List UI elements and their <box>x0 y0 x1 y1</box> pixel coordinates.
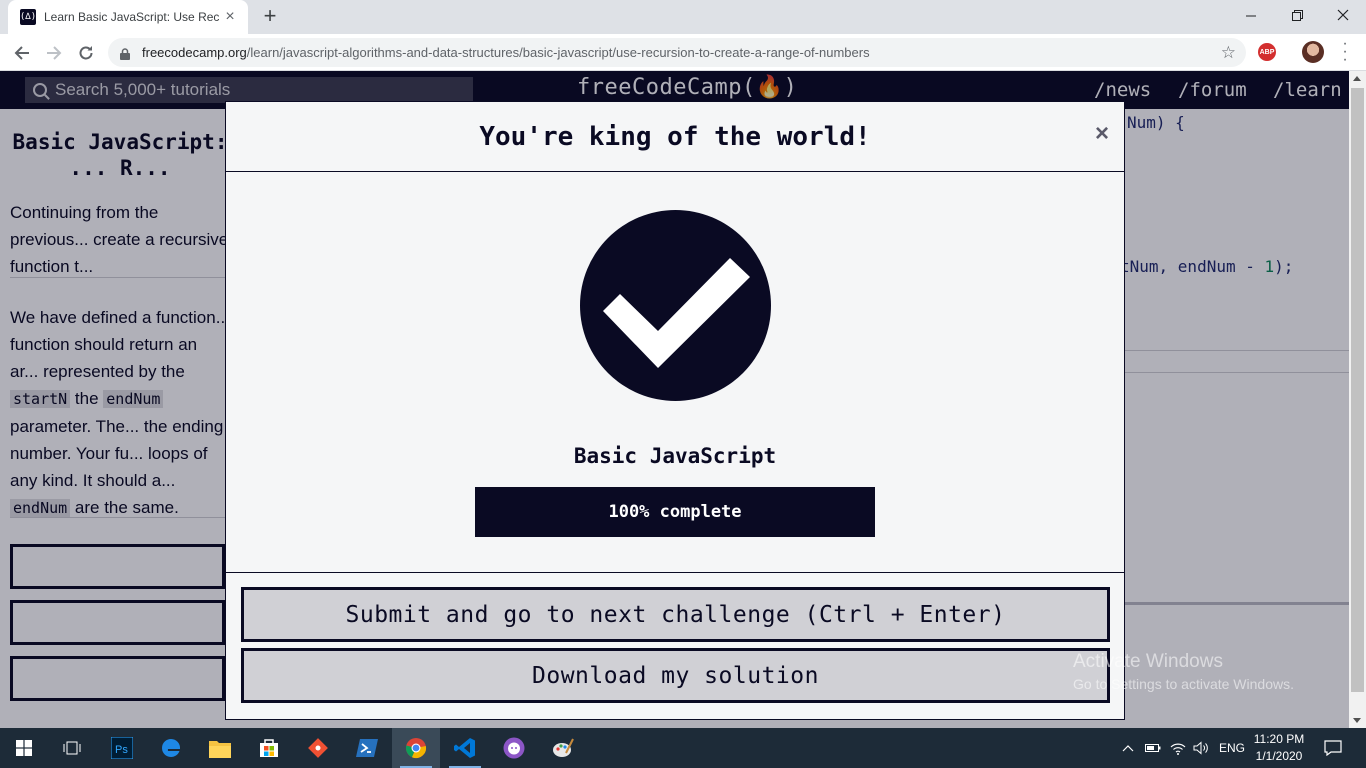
address-bar[interactable]: freecodecamp.org/learn/javascript-algori… <box>108 38 1246 67</box>
browser-toolbar: freecodecamp.org/learn/javascript-algori… <box>0 34 1366 71</box>
task-view-icon[interactable] <box>48 728 96 768</box>
url-text: freecodecamp.org/learn/javascript-algori… <box>142 45 870 60</box>
minimize-button[interactable] <box>1228 0 1274 30</box>
progress-bar: 100% complete <box>475 487 875 537</box>
adblock-plus-icon[interactable]: ABP <box>1258 43 1276 61</box>
windows-taskbar: Ps ENG 11:20 PM 1/1/2020 <box>0 728 1366 768</box>
activate-windows-subtitle: Go to Settings to activate Windows. <box>1073 676 1294 692</box>
close-icon <box>1337 9 1349 21</box>
windows-start-icon[interactable] <box>0 728 48 768</box>
page-scrollbar[interactable] <box>1349 71 1366 728</box>
show-hidden-icons-icon[interactable] <box>1122 728 1134 768</box>
tab-title: Learn Basic JavaScript: Use Recursion to… <box>44 10 220 24</box>
edge-icon[interactable] <box>147 728 195 768</box>
profile-avatar[interactable] <box>1302 41 1324 63</box>
freecodecamp-favicon-icon: (∆) <box>20 9 36 25</box>
lock-icon <box>120 47 130 60</box>
battery-icon[interactable] <box>1145 728 1161 768</box>
vscode-icon[interactable] <box>441 728 489 768</box>
activate-windows-title: Activate Windows <box>1073 651 1223 672</box>
arrow-right-icon <box>47 46 62 60</box>
svg-text:Ps: Ps <box>115 744 128 756</box>
clock-date: 1/1/2020 <box>1255 749 1303 763</box>
volume-icon[interactable] <box>1193 728 1209 768</box>
photoshop-icon[interactable]: Ps <box>98 728 146 768</box>
git-icon[interactable] <box>294 728 342 768</box>
progress-label: 100% complete <box>608 502 742 522</box>
back-button[interactable] <box>8 39 36 67</box>
language-indicator[interactable]: ENG <box>1219 728 1245 768</box>
store-icon[interactable] <box>245 728 293 768</box>
wifi-icon[interactable] <box>1170 728 1186 768</box>
bookmark-star-icon[interactable]: ☆ <box>1221 43 1236 63</box>
browser-menu-icon[interactable]: · · · <box>1340 36 1350 68</box>
submit-next-challenge-button[interactable]: Submit and go to next challenge (Ctrl + … <box>241 587 1110 642</box>
tab-close-icon[interactable]: × <box>222 8 238 26</box>
reload-button[interactable] <box>72 39 100 67</box>
download-solution-button[interactable]: Download my solution <box>241 648 1110 703</box>
scroll-up-icon[interactable] <box>1353 76 1361 81</box>
checkmark-circle-icon <box>580 210 771 401</box>
close-window-button[interactable] <box>1320 0 1366 30</box>
system-clock[interactable]: 11:20 PM 1/1/2020 <box>1248 731 1310 765</box>
scrollbar-thumb[interactable] <box>1351 88 1364 692</box>
clock-time: 11:20 PM <box>1253 732 1305 746</box>
browser-tab[interactable]: (∆) Learn Basic JavaScript: Use Recursio… <box>8 0 248 34</box>
restore-button[interactable] <box>1274 0 1320 30</box>
forward-button[interactable] <box>40 39 68 67</box>
modal-footer-divider <box>226 572 1124 573</box>
modal-header: You're king of the world! × <box>226 102 1124 172</box>
paint-icon[interactable] <box>539 728 587 768</box>
restore-icon <box>1291 9 1303 21</box>
new-tab-button[interactable]: + <box>258 5 282 29</box>
notifications-icon[interactable] <box>1324 728 1342 768</box>
github-desktop-icon[interactable] <box>490 728 538 768</box>
file-explorer-icon[interactable] <box>196 728 244 768</box>
minimize-icon <box>1245 15 1256 16</box>
certification-name: Basic JavaScript <box>573 444 777 468</box>
modal-close-button[interactable]: × <box>1095 120 1109 148</box>
completion-modal: You're king of the world! × Basic JavaSc… <box>225 101 1125 720</box>
scroll-down-icon[interactable] <box>1353 718 1361 723</box>
powershell-icon[interactable] <box>343 728 391 768</box>
arrow-left-icon <box>14 46 29 60</box>
browser-tabstrip: (∆) Learn Basic JavaScript: Use Recursio… <box>0 0 1366 34</box>
chrome-icon[interactable] <box>392 728 440 768</box>
modal-title: You're king of the world! <box>479 121 871 152</box>
reload-icon <box>79 46 93 60</box>
